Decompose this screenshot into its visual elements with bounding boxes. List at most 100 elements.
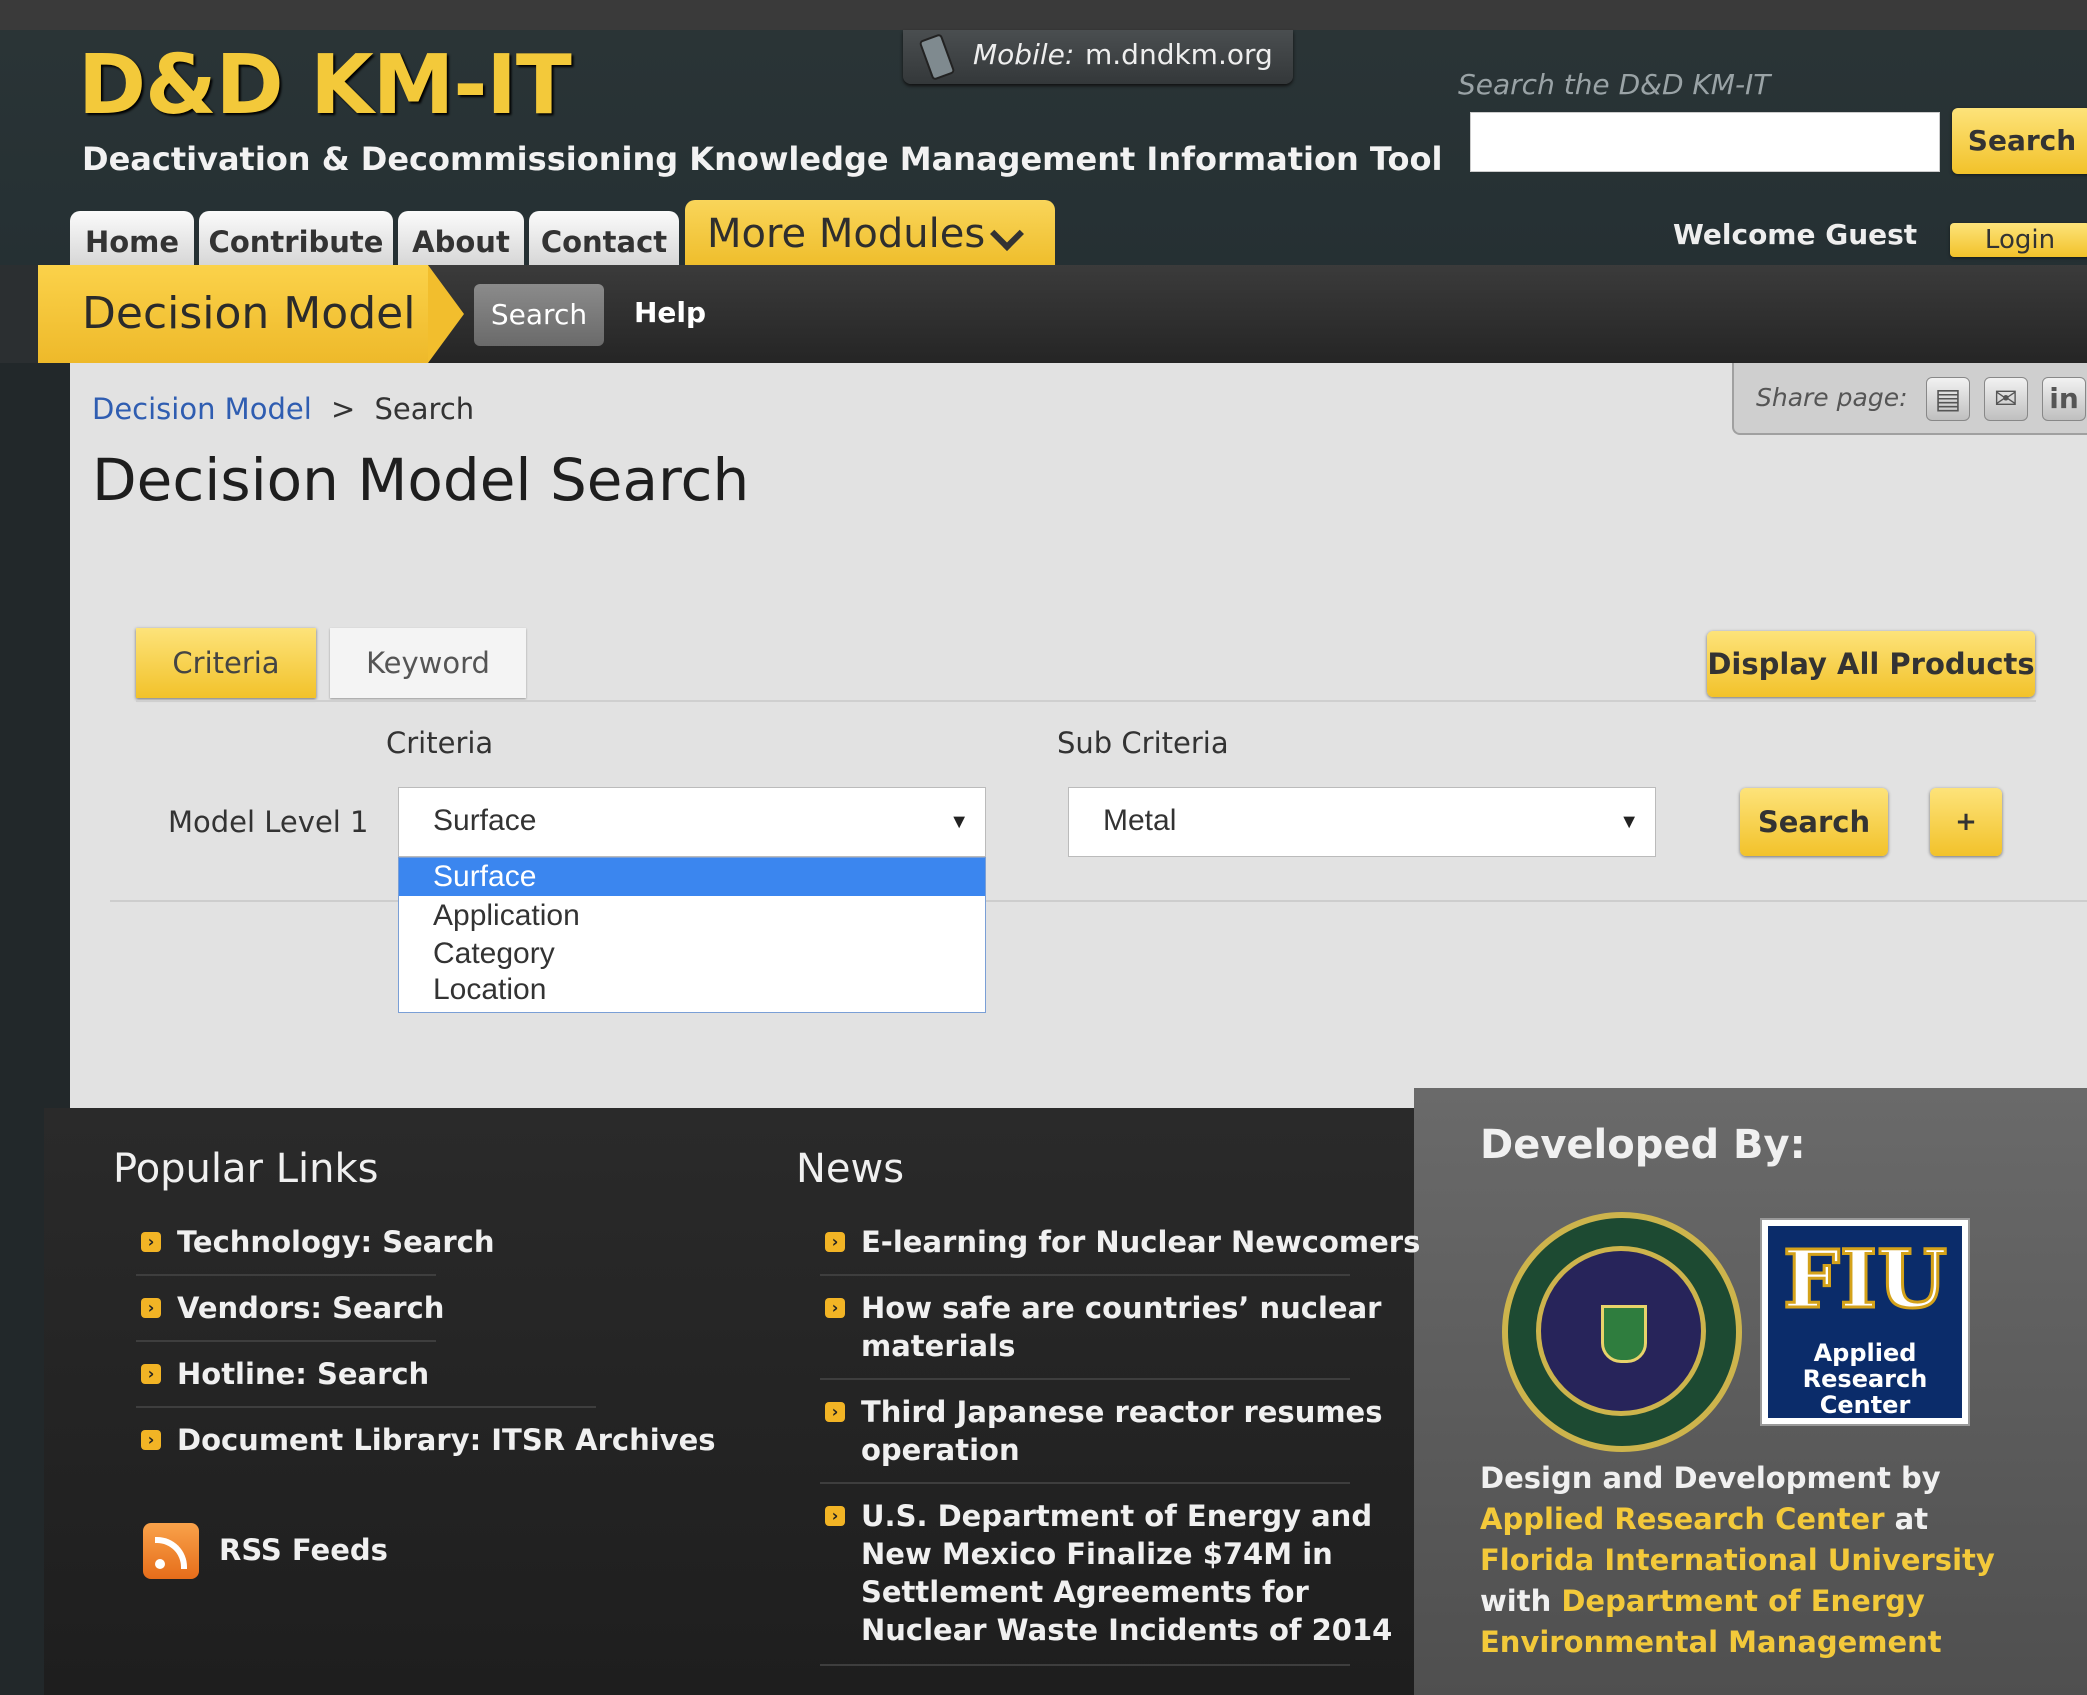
- site-tagline: Deactivation & Decommissioning Knowledge…: [82, 140, 1443, 178]
- dropdown-option-category[interactable]: Category: [433, 935, 555, 973]
- popular-link[interactable]: Hotline: Search: [177, 1355, 429, 1393]
- doe-seal-logo[interactable]: [1502, 1212, 1742, 1452]
- share-label: Share page:: [1756, 383, 1908, 412]
- nav-tab-contribute[interactable]: Contribute: [199, 211, 393, 265]
- criteria-select[interactable]: Surface ▼: [398, 787, 986, 857]
- tab-criteria[interactable]: Criteria: [136, 628, 316, 698]
- welcome-text: Welcome Guest: [1673, 218, 1918, 251]
- dev-text-part: with: [1480, 1584, 1562, 1618]
- breadcrumb-separator: >: [330, 392, 356, 426]
- site-search-button[interactable]: Search: [1952, 108, 2087, 174]
- dev-text-part: at: [1884, 1502, 1929, 1536]
- top-strip: [0, 0, 2087, 30]
- news-item[interactable]: E-learning for Nuclear Newcomers: [861, 1223, 1420, 1261]
- arrow-bullet-icon: ›: [141, 1430, 161, 1450]
- mobile-label: Mobile:: [973, 38, 1075, 71]
- fiu-logo-background: FIU Applied Research Center: [1768, 1226, 1962, 1418]
- login-button[interactable]: Login: [1950, 223, 2087, 257]
- fiu-link[interactable]: Florida International University: [1480, 1543, 1995, 1577]
- developed-by-text: Design and Development by Applied Resear…: [1480, 1458, 2050, 1663]
- search-hint: Search the D&D KM-IT: [1458, 68, 1771, 101]
- popular-links-title: Popular Links: [113, 1146, 379, 1192]
- linkedin-icon[interactable]: in: [2042, 377, 2086, 421]
- sub-criteria-header: Sub Criteria: [1057, 726, 1229, 760]
- popular-link[interactable]: Document Library: ITSR Archives: [177, 1421, 716, 1459]
- arc-link[interactable]: Applied Research Center: [1480, 1502, 1885, 1536]
- tab-divider: [136, 700, 2036, 702]
- rss-icon[interactable]: [143, 1523, 199, 1579]
- module-help-tab[interactable]: Help: [634, 296, 706, 329]
- rss-feeds-link[interactable]: RSS Feeds: [219, 1531, 388, 1569]
- phone-icon: [918, 33, 956, 81]
- module-title[interactable]: Decision Model: [38, 265, 428, 363]
- divider: [136, 1406, 596, 1408]
- tab-keyword[interactable]: Keyword: [330, 628, 526, 698]
- mobile-site-link[interactable]: Mobile: m.dndkm.org: [903, 30, 1293, 84]
- divider: [136, 1274, 436, 1276]
- news-item[interactable]: How safe are countries’ nuclear material…: [861, 1289, 1381, 1365]
- news-title: News: [796, 1146, 905, 1192]
- news-item[interactable]: Third Japanese reactor resumes operation: [861, 1393, 1383, 1469]
- popular-link[interactable]: Technology: Search: [177, 1223, 495, 1261]
- sub-criteria-select[interactable]: Metal ▼: [1068, 787, 1656, 857]
- page-title: Decision Model Search: [92, 446, 750, 514]
- module-title-text: Decision Model: [82, 288, 416, 339]
- fiu-logo-text: FIU: [1782, 1231, 1949, 1328]
- divider: [820, 1378, 1350, 1380]
- model-level-label: Model Level 1: [168, 805, 369, 839]
- display-all-products-button[interactable]: Display All Products: [1707, 631, 2035, 697]
- divider: [820, 1664, 1350, 1666]
- nav-tab-about[interactable]: About: [398, 211, 524, 265]
- nav-tab-contact[interactable]: Contact: [529, 211, 679, 265]
- arrow-bullet-icon: ›: [825, 1506, 845, 1526]
- dropdown-arrow-icon: ▼: [949, 811, 969, 833]
- news-line: U.S. Department of Energy and: [861, 1499, 1373, 1533]
- breadcrumb-parent[interactable]: Decision Model: [92, 392, 312, 426]
- print-icon[interactable]: ▤: [1926, 377, 1970, 421]
- sub-criteria-select-value: Metal: [1103, 804, 1177, 837]
- news-line: materials: [861, 1329, 1016, 1363]
- share-page-bar: Share page: ▤ ✉ in: [1732, 363, 2087, 435]
- news-line: How safe are countries’ nuclear: [861, 1291, 1382, 1325]
- news-line: Settlement Agreements for: [861, 1575, 1309, 1609]
- fiu-arc-logo[interactable]: FIU Applied Research Center: [1760, 1218, 1970, 1426]
- dropdown-arrow-icon: ▼: [1619, 811, 1639, 833]
- nav-tab-home[interactable]: Home: [70, 211, 194, 265]
- popular-link[interactable]: Vendors: Search: [177, 1289, 444, 1327]
- more-modules-label: More Modules: [707, 211, 986, 257]
- dropdown-option-location[interactable]: Location: [433, 971, 546, 1009]
- mobile-url[interactable]: m.dndkm.org: [1085, 30, 1273, 80]
- news-line: operation: [861, 1433, 1020, 1467]
- divider: [820, 1482, 1350, 1484]
- site-search-input[interactable]: [1470, 112, 1940, 172]
- dropdown-option-application[interactable]: Application: [433, 897, 580, 935]
- add-criteria-button[interactable]: +: [1930, 788, 2002, 856]
- module-title-arrow: [428, 265, 464, 363]
- developed-by-title: Developed By:: [1480, 1122, 1806, 1168]
- more-modules-tab[interactable]: More Modules: [685, 200, 1055, 265]
- news-item[interactable]: U.S. Department of Energy and New Mexico…: [861, 1497, 1392, 1649]
- breadcrumb-current: Search: [374, 392, 475, 426]
- module-search-tab[interactable]: Search: [474, 284, 604, 346]
- news-line: Third Japanese reactor resumes: [861, 1395, 1383, 1429]
- divider: [136, 1340, 436, 1342]
- chevron-down-icon: [990, 217, 1024, 251]
- breadcrumb: Decision Model > Search: [92, 392, 474, 426]
- dev-text-part: Design and Development by: [1480, 1461, 1941, 1495]
- arrow-bullet-icon: ›: [825, 1298, 845, 1318]
- criteria-header: Criteria: [386, 726, 494, 760]
- seal-inner: [1536, 1246, 1706, 1416]
- shield-icon: [1601, 1305, 1647, 1363]
- criteria-search-button[interactable]: Search: [1740, 788, 1888, 856]
- arrow-bullet-icon: ›: [141, 1232, 161, 1252]
- arrow-bullet-icon: ›: [825, 1402, 845, 1422]
- email-icon[interactable]: ✉: [1984, 377, 2028, 421]
- criteria-dropdown-list: Surface Application Category Location: [398, 857, 986, 1013]
- arrow-bullet-icon: ›: [825, 1232, 845, 1252]
- site-logo[interactable]: D&D KM-IT: [78, 38, 572, 134]
- dropdown-option-label: Surface: [433, 860, 537, 893]
- dropdown-option-surface[interactable]: Surface: [399, 858, 985, 896]
- fiu-logo-subtext: Applied Research Center: [1802, 1339, 1928, 1419]
- arrow-bullet-icon: ›: [141, 1298, 161, 1318]
- news-line: Nuclear Waste Incidents of 2014: [861, 1613, 1393, 1647]
